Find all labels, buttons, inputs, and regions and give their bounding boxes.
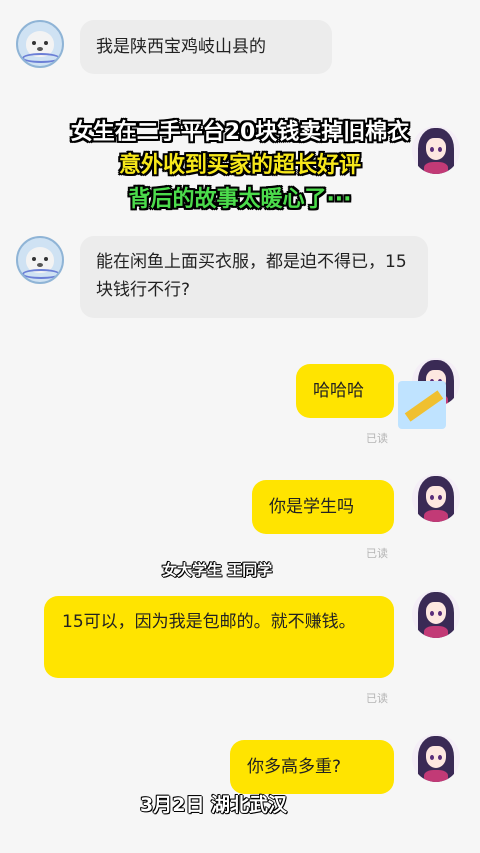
- seller-avatar[interactable]: [412, 474, 460, 522]
- girl-body: [424, 626, 448, 638]
- read-receipt: 已读: [366, 432, 388, 445]
- girl-eye: [430, 611, 434, 616]
- sticker-image[interactable]: [398, 381, 446, 429]
- read-receipt: 已读: [366, 547, 388, 560]
- message-text: 你是学生吗: [269, 497, 354, 517]
- date-place-caption: 3月2日 湖北武汉: [140, 794, 288, 816]
- message-bubble-seller[interactable]: 哈哈哈: [296, 364, 394, 418]
- message-bubble-buyer[interactable]: 我是陕西宝鸡岐山县的: [80, 20, 332, 74]
- girl-face: [426, 746, 446, 768]
- seal-ring: [22, 53, 60, 63]
- girl-eye: [438, 755, 442, 760]
- overlay-headline-line3: 背后的故事太暖心了···: [128, 187, 352, 212]
- message-bubble-seller[interactable]: 你多高多重?: [230, 740, 394, 794]
- girl-face: [426, 486, 446, 508]
- buyer-avatar[interactable]: [16, 20, 64, 68]
- seal-nose: [37, 263, 43, 267]
- message-bubble-seller[interactable]: 你是学生吗: [252, 480, 394, 534]
- person-caption: 女大学生 王同学: [162, 561, 273, 579]
- message-bubble-buyer[interactable]: 能在闲鱼上面买衣服，都是迫不得已，15块钱行不行?: [80, 236, 428, 318]
- girl-eye: [438, 495, 442, 500]
- girl-eye: [430, 755, 434, 760]
- sticker-stripe: [404, 390, 444, 422]
- seal-nose: [37, 47, 43, 51]
- read-receipt: 已读: [366, 692, 388, 705]
- message-bubble-seller[interactable]: 15可以，因为我是包邮的。就不赚钱。: [44, 596, 394, 678]
- seller-avatar[interactable]: [412, 734, 460, 782]
- girl-eye: [430, 495, 434, 500]
- girl-face: [426, 602, 446, 624]
- seal-eye: [32, 257, 36, 261]
- seal-eye: [32, 41, 36, 45]
- seller-avatar[interactable]: [412, 590, 460, 638]
- message-text: 15可以，因为我是包邮的。就不赚钱。: [62, 612, 356, 632]
- girl-eye: [438, 611, 442, 616]
- overlay-headline-line2: 意外收到买家的超长好评: [118, 153, 361, 178]
- overlay-headline-line1: 女生在二手平台20块钱卖掉旧棉衣: [70, 120, 410, 145]
- seal-ring: [22, 269, 60, 279]
- message-text: 能在闲鱼上面买衣服，都是迫不得已，15块钱行不行?: [96, 252, 407, 300]
- message-text: 你多高多重?: [247, 757, 342, 777]
- message-text: 我是陕西宝鸡岐山县的: [96, 37, 266, 57]
- buyer-avatar[interactable]: [16, 236, 64, 284]
- girl-body: [424, 770, 448, 782]
- girl-body: [424, 510, 448, 522]
- message-text: 哈哈哈: [313, 381, 364, 401]
- seal-eye: [44, 257, 48, 261]
- seal-eye: [44, 41, 48, 45]
